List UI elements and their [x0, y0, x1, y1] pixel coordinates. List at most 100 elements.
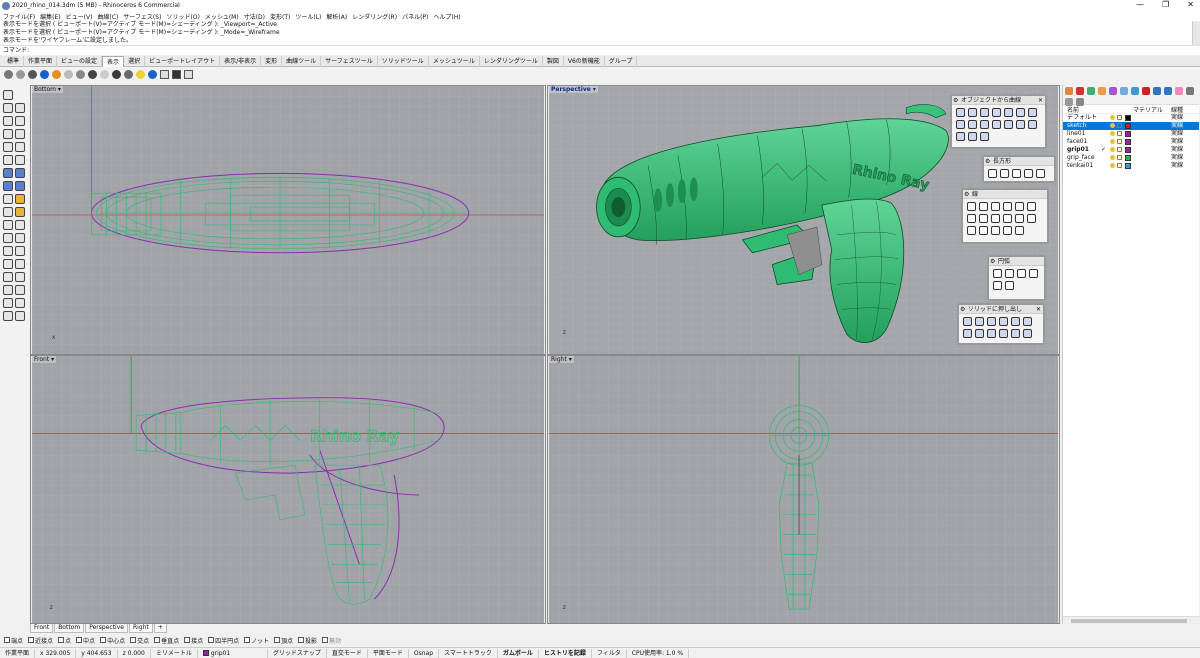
- maximize-button[interactable]: ❐: [1162, 0, 1169, 9]
- tool-icon[interactable]: [1004, 108, 1013, 117]
- arc-icon[interactable]: [1017, 269, 1026, 278]
- tab-standard[interactable]: 標準: [3, 56, 25, 67]
- layer-row[interactable]: デフォルト 実線: [1063, 114, 1199, 122]
- close-icon[interactable]: ✕: [1038, 96, 1043, 105]
- arc-icon[interactable]: [3, 142, 13, 152]
- rectangle-icon[interactable]: [1012, 169, 1021, 178]
- viewport-perspective[interactable]: Rhino Ray z Perspective ▾ ⚙オブジェクトから曲線✕: [547, 85, 1060, 355]
- layer-name[interactable]: sketch: [1067, 122, 1087, 130]
- tool-icon[interactable]: [956, 120, 965, 129]
- layer-row[interactable]: line01 実線: [1063, 130, 1199, 138]
- layer-linetype[interactable]: 実線: [1171, 138, 1183, 146]
- column-name[interactable]: 名前: [1067, 105, 1079, 114]
- toggle-planar[interactable]: 平面モード: [368, 648, 409, 658]
- gear-icon[interactable]: ⚙: [985, 157, 990, 166]
- lock-icon[interactable]: [1117, 155, 1122, 160]
- new-layer-icon[interactable]: [1120, 87, 1128, 95]
- tab-viewport-layout[interactable]: ビューポートレイアウト: [145, 56, 221, 67]
- osnap-checkbox[interactable]: [4, 637, 10, 643]
- gear-icon[interactable]: ⚙: [960, 305, 965, 314]
- lock-icon[interactable]: [1117, 115, 1122, 120]
- layer-name[interactable]: grip_face: [1067, 154, 1095, 162]
- panel-header[interactable]: ⚙ 円弧: [989, 257, 1044, 266]
- viewport-tab-front[interactable]: Front: [30, 624, 54, 633]
- tab-set-view[interactable]: ビューの設定: [57, 56, 103, 67]
- viewport-label-front[interactable]: Front ▾: [32, 356, 57, 363]
- panel-header[interactable]: ⚙ 線: [963, 190, 1047, 199]
- tool-icon[interactable]: [992, 120, 1001, 129]
- column-linetype[interactable]: 線種: [1171, 105, 1183, 114]
- layer-color-swatch[interactable]: [1125, 115, 1131, 121]
- display-option-icon[interactable]: [112, 70, 121, 79]
- analyze-icon[interactable]: [3, 298, 13, 308]
- extrude-icon[interactable]: [975, 329, 984, 338]
- tool-icon[interactable]: [1016, 120, 1025, 129]
- current-layer[interactable]: grip01: [198, 648, 268, 658]
- layer-row[interactable]: tenkai01 実線: [1063, 162, 1199, 170]
- display-option-icon[interactable]: [148, 70, 157, 79]
- osnap-checkbox[interactable]: [100, 637, 107, 643]
- osnap-checkbox[interactable]: [28, 637, 35, 643]
- fillet-icon[interactable]: [15, 194, 25, 204]
- tab-cplanes[interactable]: 作業平面: [24, 56, 58, 67]
- toggle-record-history[interactable]: ヒストリを記録: [539, 648, 592, 658]
- shaded-mode-icon[interactable]: [16, 70, 25, 79]
- lock-icon[interactable]: [1117, 139, 1122, 144]
- line-icon[interactable]: [967, 202, 976, 211]
- move-icon[interactable]: [3, 259, 13, 269]
- osnap-checkbox[interactable]: [274, 637, 281, 643]
- line-icon[interactable]: [991, 202, 1000, 211]
- menu-analyze[interactable]: 解析(A): [326, 12, 347, 21]
- help-tab-icon[interactable]: [1109, 87, 1117, 95]
- toggle-osnap[interactable]: Osnap: [409, 648, 440, 658]
- command-history-scrollbar[interactable]: [1192, 21, 1200, 45]
- osnap-option[interactable]: 投影: [298, 636, 317, 645]
- lock-icon[interactable]: [1117, 163, 1122, 168]
- layer-name[interactable]: tenkai01: [1067, 162, 1093, 170]
- menu-render[interactable]: レンダリング(R): [352, 12, 397, 21]
- osnap-option[interactable]: 端点: [4, 636, 23, 645]
- extrude-icon[interactable]: [999, 329, 1008, 338]
- rectangle-icon[interactable]: [1036, 169, 1045, 178]
- box-icon[interactable]: [3, 181, 13, 191]
- layer-options-icon[interactable]: [1186, 87, 1194, 95]
- extrude-icon[interactable]: [975, 317, 984, 326]
- minimize-button[interactable]: —: [1136, 0, 1144, 9]
- rectangle-icon[interactable]: [1024, 169, 1033, 178]
- layer-linetype[interactable]: 実線: [1171, 154, 1183, 162]
- filter-icon[interactable]: [1175, 87, 1183, 95]
- circle-icon[interactable]: [3, 129, 13, 139]
- light-icon[interactable]: [136, 70, 145, 79]
- line-icon[interactable]: [1015, 214, 1024, 223]
- arc-icon[interactable]: [1005, 269, 1014, 278]
- explode-icon[interactable]: [15, 246, 25, 256]
- osnap-option[interactable]: 垂直点: [154, 636, 179, 645]
- layer-name[interactable]: face01: [1067, 138, 1087, 146]
- layer-linetype[interactable]: 実線: [1171, 114, 1183, 122]
- toggle-smarttrack[interactable]: スマートトラック: [439, 648, 498, 658]
- command-prompt[interactable]: コマンド:: [0, 45, 1200, 55]
- layer-name[interactable]: grip01: [1067, 146, 1089, 154]
- layers-scrollbar[interactable]: [1063, 616, 1200, 624]
- menu-tools[interactable]: ツール(L): [295, 12, 321, 21]
- arc-icon[interactable]: [993, 281, 1002, 290]
- tool-icon[interactable]: [980, 132, 989, 141]
- layer-color-swatch[interactable]: [1125, 163, 1131, 169]
- tab-solid-tools[interactable]: ソリッドツール: [378, 56, 429, 67]
- display-option-icon[interactable]: [124, 70, 133, 79]
- menu-mesh[interactable]: メッシュ(M): [205, 12, 239, 21]
- viewport-tab-bottom[interactable]: Bottom: [54, 624, 85, 633]
- tool-icon[interactable]: [968, 120, 977, 129]
- osnap-option[interactable]: 点: [58, 636, 71, 645]
- osnap-option[interactable]: 四半円点: [208, 636, 239, 645]
- boolean-icon[interactable]: [3, 194, 13, 204]
- layer-linetype[interactable]: 実線: [1171, 162, 1183, 170]
- visibility-bulb-icon[interactable]: [1110, 131, 1115, 136]
- toggle-ortho[interactable]: 直交モード: [327, 648, 368, 658]
- menu-curve[interactable]: 曲線(C): [97, 12, 118, 21]
- osnap-option[interactable]: 接点: [184, 636, 203, 645]
- offset-icon[interactable]: [15, 155, 25, 165]
- extrude-icon[interactable]: [963, 329, 972, 338]
- move-up-icon[interactable]: [1153, 87, 1161, 95]
- layer-color-swatch[interactable]: [1125, 139, 1131, 145]
